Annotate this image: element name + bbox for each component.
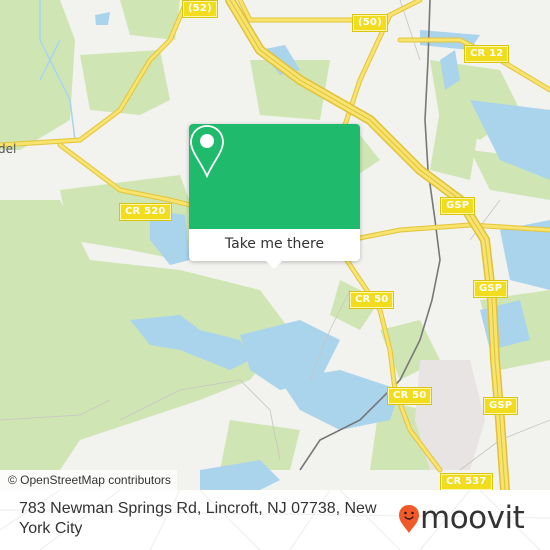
- road-shield-52: (52): [183, 1, 217, 17]
- footer-bar: 783 Newman Springs Rd, Lincroft, NJ 0773…: [0, 490, 550, 550]
- road-shield-cr50: CR 50: [388, 388, 432, 404]
- road-shield-cr537: CR 537: [441, 474, 492, 490]
- address-text: 783 Newman Springs Rd, Lincroft, NJ 0773…: [19, 500, 377, 537]
- moovit-brand-text: moovit: [420, 500, 525, 536]
- location-popup: Take me there: [189, 124, 360, 269]
- map-view[interactable]: del (52) (50) CR 12 CR 520 GSP GSP CR 50…: [0, 0, 550, 490]
- road-shield-50: (50): [353, 15, 387, 31]
- map-pin-icon: [190, 125, 224, 178]
- road-shield-gsp: GSP: [484, 398, 518, 414]
- road-shield-gsp: GSP: [474, 281, 508, 297]
- road-shield-cr520: CR 520: [120, 204, 171, 220]
- road-shield-cr50: CR 50: [350, 292, 394, 308]
- road-shield-gsp: GSP: [441, 198, 475, 214]
- moovit-smiley-pin-icon: [399, 505, 419, 533]
- road-shield-cr12: CR 12: [465, 46, 509, 62]
- popup-header: [189, 124, 360, 229]
- map-attribution[interactable]: © OpenStreetMap contributors: [0, 470, 177, 490]
- town-label: del: [0, 142, 17, 156]
- popup-pointer: [266, 261, 282, 269]
- moovit-logo[interactable]: moovit: [398, 498, 538, 538]
- take-me-there-button[interactable]: Take me there: [189, 229, 360, 261]
